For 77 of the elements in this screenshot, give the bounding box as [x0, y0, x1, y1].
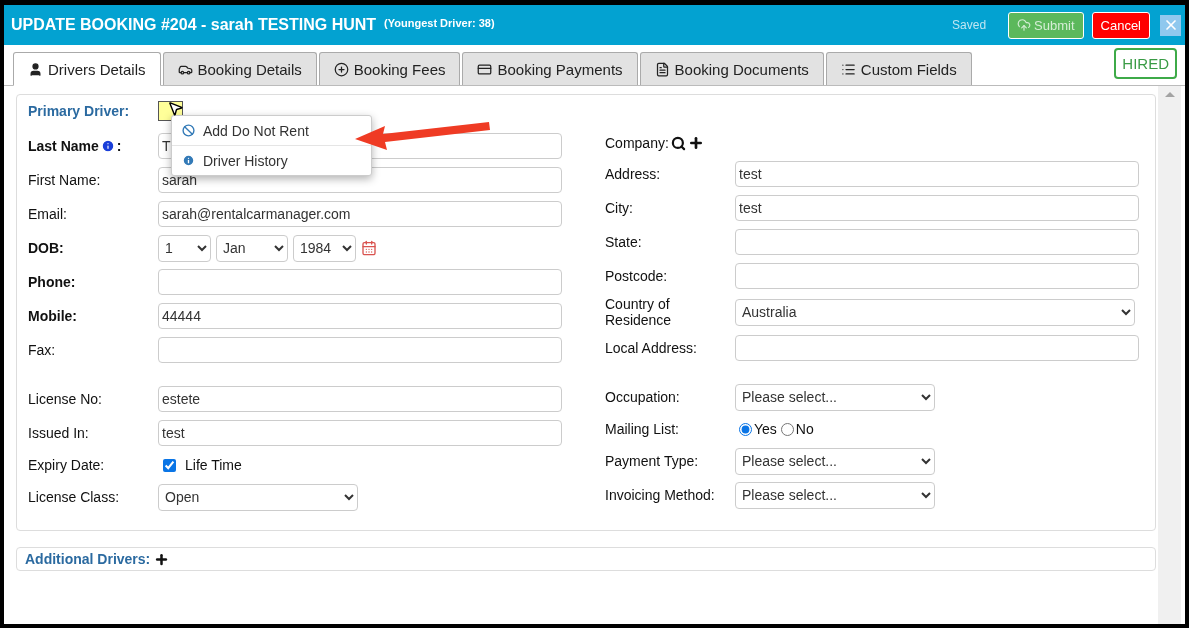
menu-item[interactable]: Driver History — [172, 145, 371, 175]
field-label: Payment Type: — [605, 453, 700, 469]
text-field[interactable]: test — [735, 195, 1139, 221]
select-field[interactable]: Australia — [735, 298, 1135, 326]
list-icon — [840, 61, 856, 77]
field-label: Mailing List: — [605, 421, 680, 437]
year-select[interactable]: 1984 — [293, 234, 356, 262]
field-label: First Name: — [28, 172, 102, 188]
tab[interactable]: Booking Documents — [639, 52, 824, 85]
field-label: Phone: — [28, 274, 77, 290]
tab[interactable]: Booking Payments — [462, 52, 638, 85]
field-label: Expiry Date: — [28, 457, 106, 473]
field-label: Email: — [28, 206, 68, 222]
section-title: Primary Driver: — [28, 103, 131, 119]
field-label: Issued In: — [28, 425, 90, 441]
colon-text: : — [116, 138, 122, 154]
field-label: License No: — [28, 391, 103, 407]
scrollbar[interactable] — [1158, 86, 1181, 624]
field-label: Fax: — [28, 342, 57, 358]
field-label: Country of Residence — [605, 296, 673, 328]
field-label: Company: — [605, 135, 669, 151]
text-field[interactable] — [735, 229, 1139, 255]
section-title: Additional Drivers: — [25, 551, 151, 567]
text-field[interactable] — [735, 335, 1139, 361]
text-field[interactable]: test — [158, 420, 562, 446]
plus-icon[interactable] — [687, 135, 704, 151]
text-field[interactable]: test — [735, 161, 1139, 187]
radio-label: No — [795, 421, 814, 437]
month-select[interactable]: Jan — [216, 234, 288, 262]
field-label: Local Address: — [605, 340, 698, 356]
field-label: State: — [605, 234, 643, 250]
field-label: License Class: — [28, 489, 121, 505]
close-button[interactable] — [1160, 14, 1181, 36]
document-icon — [654, 61, 670, 77]
text-field[interactable]: 44444 — [158, 303, 562, 329]
radio-label: Yes — [754, 421, 777, 437]
field-label: City: — [605, 200, 634, 216]
calendar-icon[interactable] — [361, 240, 377, 256]
window-title: UPDATE BOOKING #204 - sarah TESTING HUNT — [11, 16, 377, 34]
plus-icon[interactable] — [154, 551, 170, 567]
user-icon — [28, 61, 43, 77]
info-icon[interactable] — [100, 139, 115, 153]
saved-status: Saved — [952, 18, 987, 32]
search-icon[interactable] — [670, 135, 686, 151]
credit-card-icon — [477, 61, 493, 77]
field-label: DOB: — [28, 240, 65, 256]
cancel-button[interactable]: Cancel — [1091, 11, 1150, 39]
text-field[interactable]: estete — [158, 386, 562, 412]
text-field[interactable] — [158, 269, 562, 295]
field-label: Occupation: — [605, 389, 681, 405]
tab[interactable]: Drivers Details — [13, 52, 161, 86]
tab[interactable]: Booking Details — [162, 52, 317, 85]
select-field[interactable]: Open — [158, 483, 358, 511]
field-label: Invoicing Method: — [605, 487, 716, 503]
plus-circle-icon — [333, 61, 349, 77]
select-field[interactable]: Please select... — [735, 481, 935, 509]
ban-icon — [182, 124, 195, 137]
text-field[interactable] — [735, 263, 1139, 289]
field-label: Address: — [605, 166, 662, 182]
field-label: Postcode: — [605, 268, 669, 284]
field-label: Last Name — [28, 138, 99, 154]
checkbox[interactable] — [163, 458, 176, 472]
cloud-upload-icon — [1017, 18, 1032, 32]
tab[interactable]: Custom Fields — [825, 52, 972, 85]
text-field[interactable]: sarah@rentalcarmanager.com — [158, 201, 562, 227]
radio-button[interactable] — [780, 422, 794, 436]
select-field[interactable]: Please select... — [735, 447, 935, 475]
tab[interactable]: Booking Fees — [318, 52, 461, 85]
youngest-driver-note: (Youngest Driver: 38) — [384, 17, 495, 29]
field-label: Mobile: — [28, 308, 78, 324]
checkbox-label: Life Time — [185, 457, 242, 473]
info-icon — [182, 154, 195, 167]
radio-button[interactable] — [739, 422, 752, 436]
day-select[interactable]: 1 — [158, 234, 211, 262]
select-field[interactable]: Please select... — [735, 383, 935, 411]
text-field[interactable] — [158, 337, 562, 363]
status-badge: HIRED — [1114, 48, 1177, 79]
